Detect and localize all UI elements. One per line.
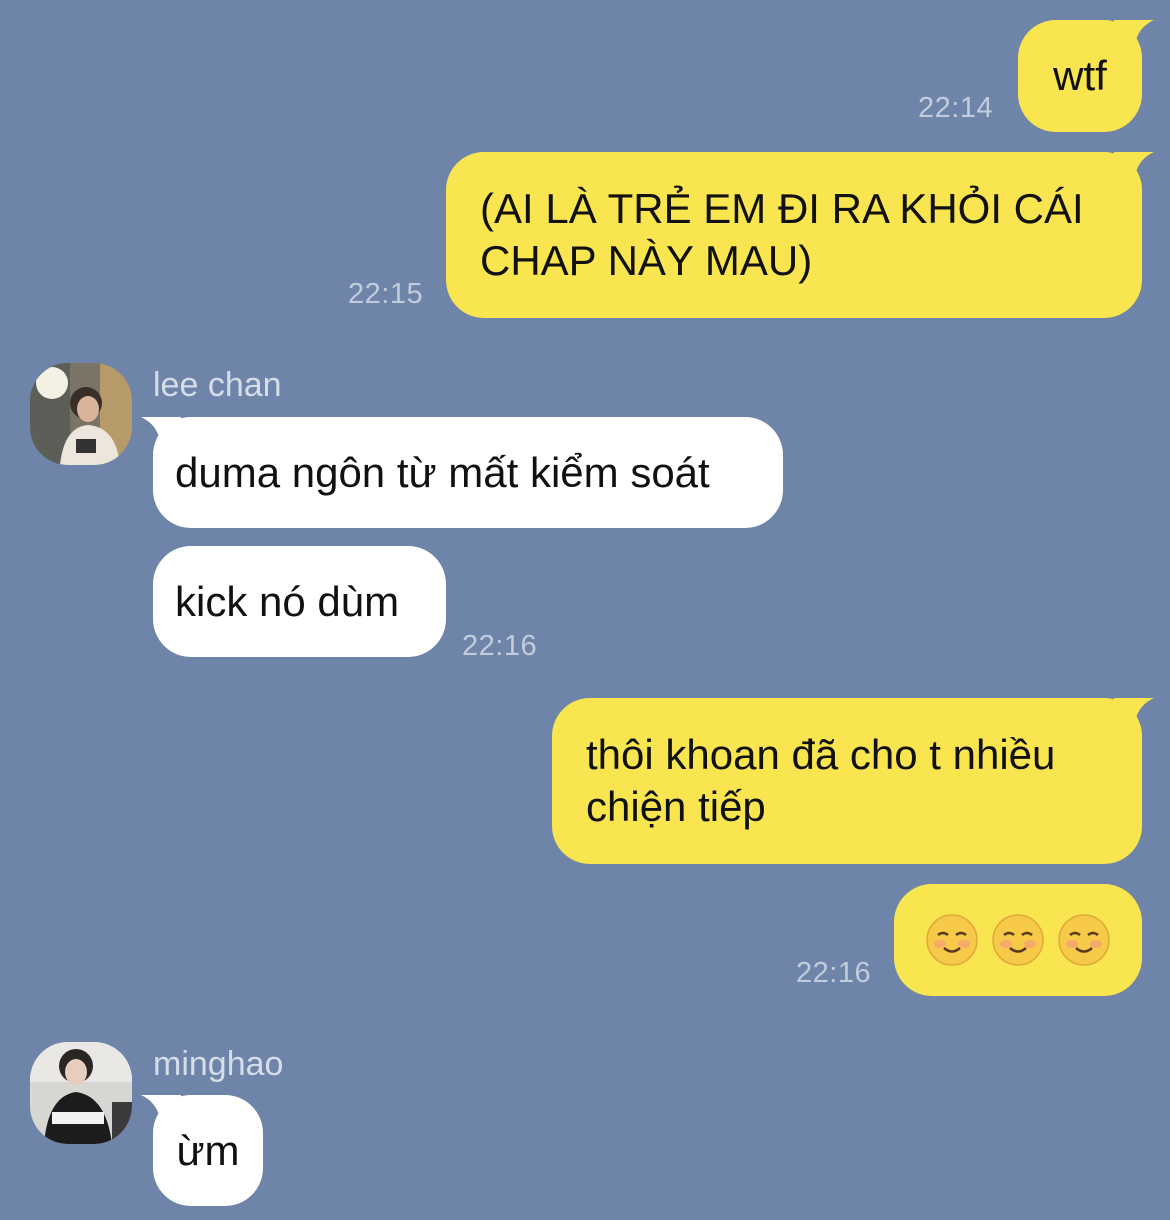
message-text: duma ngôn từ mất kiểm soát [175,448,710,496]
avatar-minghao[interactable] [30,1042,132,1144]
avatar-lee-chan[interactable] [30,363,132,465]
avatar-image [30,363,132,465]
sender-name: minghao [153,1045,284,1083]
message-time: 22:16 [462,630,538,662]
sender-name: lee chan [153,366,282,404]
message-text: ừm [176,1126,240,1174]
message-time: 22:14 [918,92,994,124]
incoming-message-bubble[interactable]: ừm [141,1095,263,1206]
bubble-tail [1114,698,1154,728]
outgoing-message-bubble[interactable]: thôi khoan đã cho t nhiều chiện tiếp [552,698,1154,864]
bubble-tail [141,1095,181,1125]
outgoing-emoji-bubble[interactable] [894,884,1142,996]
smiling-face-icon [1058,914,1110,966]
smiling-face-icon [992,914,1044,966]
message-time: 22:15 [348,278,424,310]
outgoing-message-bubble[interactable]: wtf [1018,20,1154,132]
message-text: wtf [1053,52,1107,99]
message-text: thôi khoan đã cho t nhiều chiện tiếp [586,731,1068,830]
incoming-message-bubble[interactable]: duma ngôn từ mất kiểm soát [141,417,783,528]
bubble-tail [141,417,181,447]
avatar-image [30,1042,132,1144]
message-text: (AI LÀ TRẺ EM ĐI RA KHỎI CÁI CHAP NÀY MA… [480,185,1096,284]
incoming-message-bubble[interactable]: kick nó dùm [153,546,446,657]
outgoing-message-bubble[interactable]: (AI LÀ TRẺ EM ĐI RA KHỎI CÁI CHAP NÀY MA… [446,152,1154,318]
bubble-tail [1114,20,1154,50]
chat-area[interactable]: 22:14 wtf 22:15 (AI LÀ TRẺ EM ĐI RA KHỎI… [0,0,1170,1220]
smiling-face-icon [926,914,978,966]
message-text: kick nó dùm [175,577,400,625]
bubble-tail [1114,152,1154,182]
message-time: 22:16 [796,957,872,989]
